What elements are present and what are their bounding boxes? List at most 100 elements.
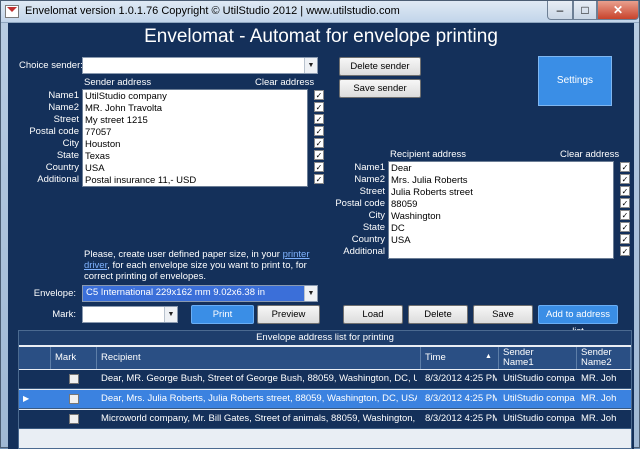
mark-dropdown[interactable]: ▼	[82, 306, 178, 323]
minimize-button[interactable]: –	[547, 1, 573, 20]
delete-sender-button[interactable]: Delete sender	[339, 57, 421, 76]
recipient-field-label: Name2	[354, 174, 385, 185]
envelope-size-value: C5 International 229x162 mm 9.02x6.38 in	[86, 287, 266, 298]
sender-field-value[interactable]: Texas	[85, 151, 110, 163]
recipient-clear-checkbox[interactable]: ✓	[620, 246, 630, 256]
cell-sender-name2: MR. Joh	[581, 413, 617, 424]
recipient-clear-checkbox[interactable]: ✓	[620, 186, 630, 196]
recipient-field-label: City	[368, 210, 385, 221]
recipient-field-value[interactable]: 88059	[391, 199, 417, 211]
sender-field-value[interactable]: Postal insurance 11,- USD	[85, 175, 196, 187]
sender-clear-checkbox[interactable]: ✓	[314, 138, 324, 148]
sender-address-heading: Sender address	[84, 77, 152, 88]
grid-header-recipient[interactable]: Recipient	[97, 347, 421, 369]
recipient-field-value[interactable]: Dear	[391, 163, 412, 175]
sender-field-value[interactable]: MR. John Travolta	[85, 103, 162, 115]
sender-field-label: State	[56, 150, 79, 161]
sender-clear-checkbox[interactable]: ✓	[314, 102, 324, 112]
recipient-field-label: Name1	[354, 162, 385, 173]
print-button[interactable]: Print	[191, 305, 254, 324]
row-mark-checkbox[interactable]	[69, 374, 79, 384]
cell-sender-name1: UtilStudio company	[503, 373, 575, 384]
grid-header-sender-name2[interactable]: Sender Name2	[577, 347, 631, 369]
load-button[interactable]: Load	[343, 305, 403, 324]
sender-field-value[interactable]: Houston	[85, 139, 120, 151]
recipient-clear-checkbox[interactable]: ✓	[620, 174, 630, 184]
app-window: Envelomat version 1.0.1.76 Copyright © U…	[0, 0, 640, 449]
cell-recipient: Dear, Mrs. Julia Roberts, Julia Roberts …	[101, 393, 417, 404]
paper-size-info: Please, create user defined paper size, …	[84, 249, 314, 282]
sender-field-value[interactable]: My street 1215	[85, 115, 148, 127]
add-to-address-list-button[interactable]: Add to address list	[538, 305, 618, 337]
grid-caption: Envelope address list for printing	[19, 331, 631, 345]
close-button[interactable]: ✕	[597, 1, 639, 20]
row-mark-checkbox[interactable]	[69, 394, 79, 404]
recipient-address-box[interactable]: Dear Mrs. Julia Roberts Julia Roberts stre…	[388, 161, 614, 259]
mark-label: Mark:	[52, 309, 76, 320]
cell-time: 8/3/2012 4:25 PM	[425, 413, 497, 424]
sender-field-value[interactable]: USA	[85, 163, 105, 175]
sender-field-label: Additional	[37, 174, 79, 185]
recipient-field-value[interactable]: Washington	[391, 211, 441, 223]
preview-button[interactable]: Preview	[257, 305, 320, 324]
save-button[interactable]: Save	[473, 305, 533, 324]
maximize-button[interactable]: □	[573, 1, 597, 20]
sender-field-label: Name1	[48, 90, 79, 101]
recipient-clear-checkbox[interactable]: ✓	[620, 210, 630, 220]
sender-clear-checkbox[interactable]: ✓	[314, 150, 324, 160]
sender-clear-checkbox[interactable]: ✓	[314, 114, 324, 124]
recipient-field-value[interactable]: Mrs. Julia Roberts	[391, 175, 468, 187]
sender-field-label: City	[62, 138, 79, 149]
recipient-field-label: Country	[351, 234, 385, 245]
save-sender-button[interactable]: Save sender	[339, 79, 421, 98]
cell-sender-name2: MR. Joh	[581, 373, 617, 384]
recipient-clear-checkbox[interactable]: ✓	[620, 198, 630, 208]
cell-recipient: Microworld company, Mr. Bill Gates, Stre…	[101, 413, 417, 424]
recipient-field-value[interactable]: DC	[391, 223, 405, 235]
recipient-field-value[interactable]: Julia Roberts street	[391, 187, 473, 199]
title-bar[interactable]: Envelomat version 1.0.1.76 Copyright © U…	[1, 1, 639, 23]
choice-sender-dropdown[interactable]: ▼	[82, 57, 318, 74]
grid-header-time[interactable]: Time ▲	[421, 347, 499, 369]
grid-corner-header	[19, 347, 51, 369]
sender-field-label: Name2	[48, 102, 79, 113]
cell-recipient: Dear, MR. George Bush, Street of George …	[101, 373, 417, 384]
sender-address-box[interactable]: UtilStudio company MR. John Travolta My st…	[82, 89, 308, 187]
cell-time: 8/3/2012 4:25 PM	[425, 373, 497, 384]
recipient-clear-checkbox[interactable]: ✓	[620, 222, 630, 232]
cell-sender-name1: UtilStudio company	[503, 393, 575, 404]
sender-clear-checkbox[interactable]: ✓	[314, 90, 324, 100]
window-title: Envelomat version 1.0.1.76 Copyright © U…	[25, 5, 400, 17]
info-text-before: Please, create user defined paper size, …	[84, 249, 283, 260]
sender-field-value[interactable]: 77057	[85, 127, 111, 139]
recipient-field-value[interactable]: USA	[391, 235, 411, 247]
sort-ascending-icon: ▲	[485, 353, 492, 360]
grid-header-mark[interactable]: Mark	[51, 347, 97, 369]
envelope-address-grid[interactable]: Envelope address list for printing Mark …	[18, 330, 632, 449]
cell-time: 8/3/2012 4:25 PM	[425, 393, 497, 404]
sender-field-label: Postal code	[29, 126, 79, 137]
table-row[interactable]: Microworld company, Mr. Bill Gates, Stre…	[19, 410, 631, 429]
client-area: Envelomat - Automat for envelope printin…	[8, 23, 634, 449]
chevron-down-icon[interactable]: ▼	[304, 58, 317, 73]
cell-sender-name2: MR. Joh	[581, 393, 617, 404]
recipient-field-label: Postal code	[335, 198, 385, 209]
grid-header-sender-name1[interactable]: Sender Name1	[499, 347, 577, 369]
chevron-down-icon[interactable]: ▼	[304, 286, 317, 301]
row-mark-checkbox[interactable]	[69, 414, 79, 424]
table-row[interactable]: ▶ Dear, Mrs. Julia Roberts, Julia Roberts…	[19, 390, 631, 409]
envelope-size-dropdown[interactable]: C5 International 229x162 mm 9.02x6.38 in…	[82, 285, 318, 302]
recipient-clear-checkbox[interactable]: ✓	[620, 234, 630, 244]
settings-button[interactable]: Settings	[538, 56, 612, 106]
sender-field-label: Street	[53, 114, 79, 125]
sender-clear-checkbox[interactable]: ✓	[314, 126, 324, 136]
info-text-after: , for each envelope size you want to pri…	[84, 260, 307, 282]
chevron-down-icon[interactable]: ▼	[164, 307, 177, 322]
envelope-app-icon	[5, 5, 19, 18]
recipient-clear-checkbox[interactable]: ✓	[620, 162, 630, 172]
current-row-arrow-icon: ▶	[23, 394, 30, 403]
sender-field-value[interactable]: UtilStudio company	[85, 91, 167, 103]
delete-button[interactable]: Delete	[408, 305, 468, 324]
table-row[interactable]: Dear, MR. George Bush, Street of George …	[19, 370, 631, 389]
envelope-label: Envelope:	[33, 288, 76, 299]
